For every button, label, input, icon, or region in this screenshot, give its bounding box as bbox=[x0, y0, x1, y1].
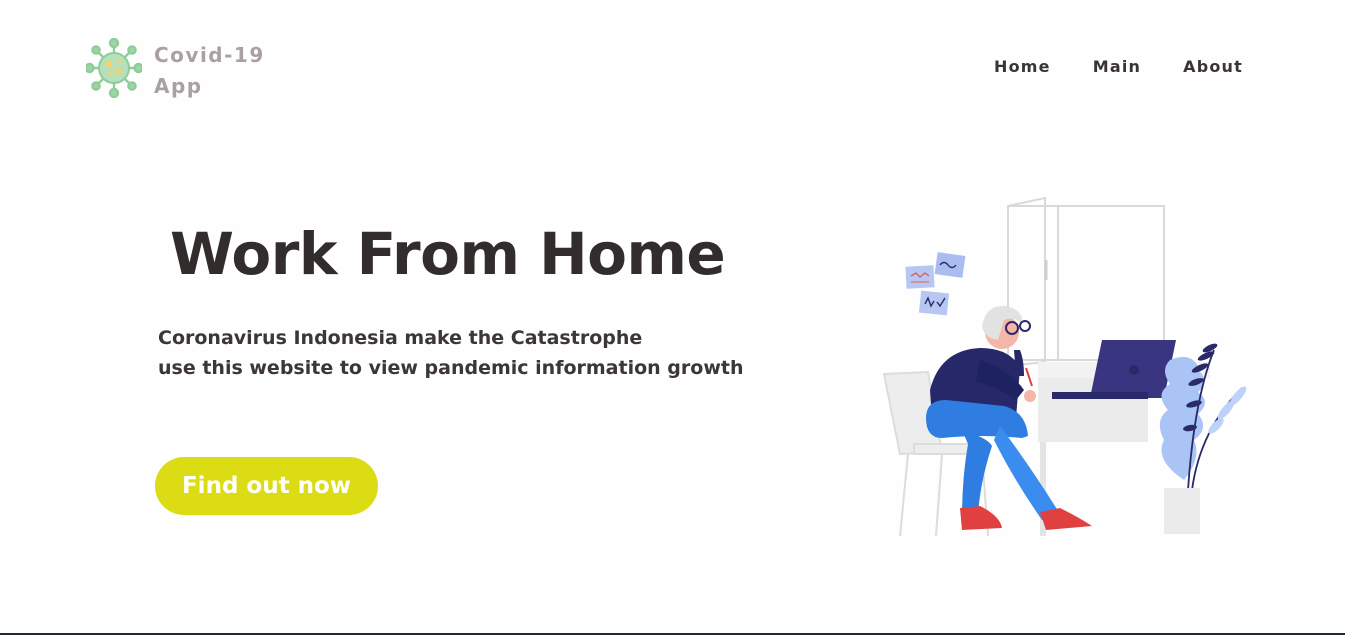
nav-item-main[interactable]: Main bbox=[1093, 57, 1141, 76]
sticky-notes bbox=[905, 252, 966, 316]
page: Covid-19 App Home Main About Work From H… bbox=[0, 0, 1345, 635]
hero-title: Work From Home bbox=[170, 220, 726, 288]
logo-text: Covid-19 App bbox=[154, 40, 265, 102]
hero-subtitle-line-2: use this website to view pandemic inform… bbox=[158, 357, 744, 379]
work-from-home-illustration bbox=[882, 196, 1247, 537]
hero-subtitle: Coronavirus Indonesia make the Catastrop… bbox=[158, 323, 743, 383]
virus-icon bbox=[86, 38, 142, 98]
main-nav: Home Main About bbox=[952, 57, 1243, 76]
find-out-now-button[interactable]: Find out now bbox=[155, 457, 378, 515]
logo-title: Covid-19 bbox=[154, 43, 265, 67]
hero-subtitle-line-1: Coronavirus Indonesia make the Catastrop… bbox=[158, 327, 643, 349]
app-logo[interactable]: Covid-19 App bbox=[86, 38, 265, 102]
logo-subtitle: App bbox=[154, 74, 203, 98]
nav-item-about[interactable]: About bbox=[1183, 57, 1243, 76]
nav-item-home[interactable]: Home bbox=[994, 57, 1051, 76]
